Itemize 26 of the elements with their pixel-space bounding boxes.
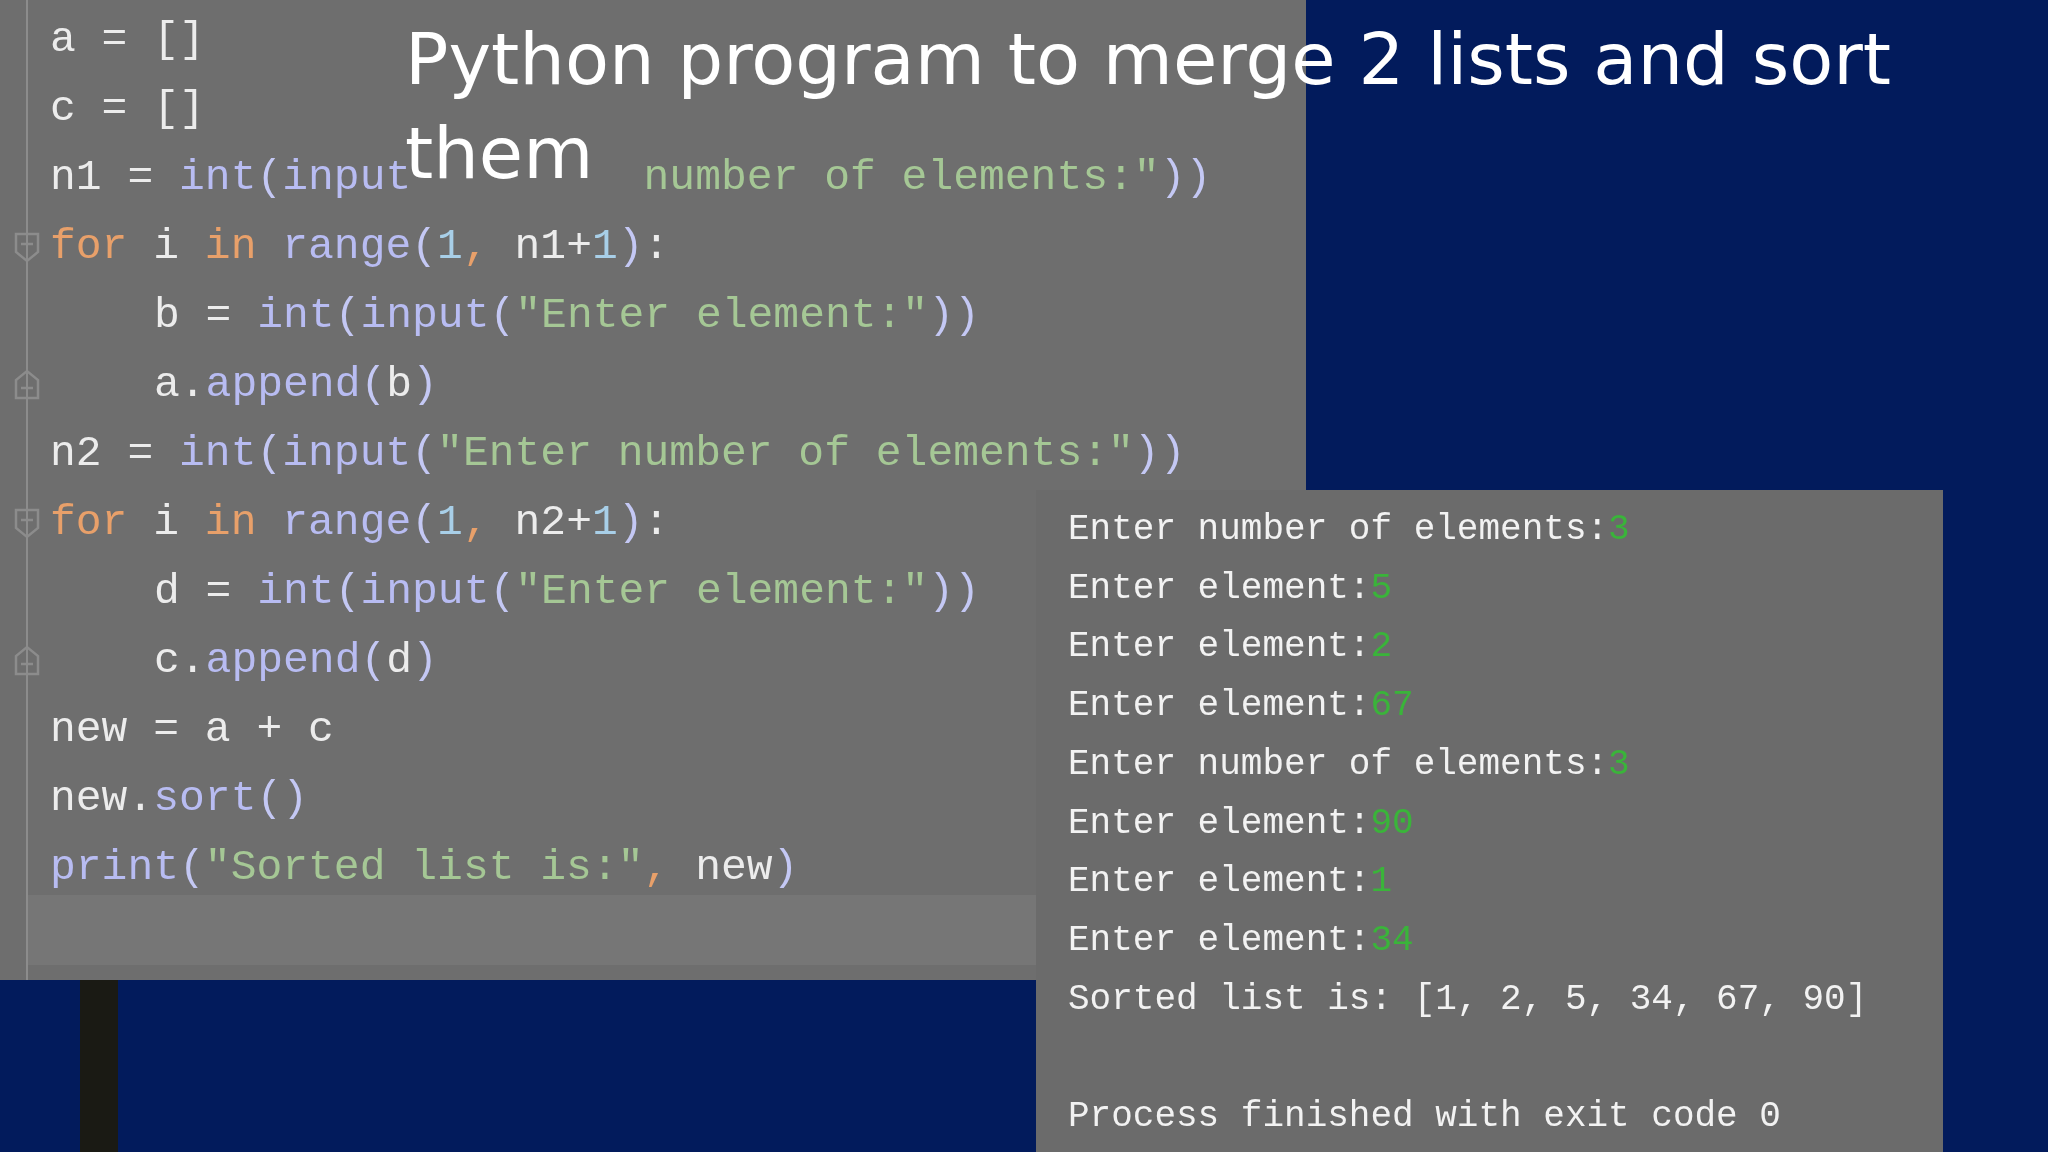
console-line: Enter element:34 bbox=[1068, 918, 1414, 963]
code-line: n1 = int(input bbox=[50, 153, 412, 202]
console-line: Enter element:90 bbox=[1068, 801, 1414, 846]
console-line: Enter number of elements:3 bbox=[1068, 508, 1630, 552]
console-line: Sorted list is: [1, 2, 5, 34, 67, 90] bbox=[1068, 977, 1868, 1022]
code-line: c = [] bbox=[50, 84, 205, 133]
console-line: Enter element:2 bbox=[1068, 625, 1393, 670]
code-line: c.append(d) bbox=[154, 636, 438, 685]
console-status: Process finished with exit code 0 bbox=[1068, 1095, 1781, 1139]
console-line: Enter number of elements:3 bbox=[1068, 742, 1630, 787]
fold-icon[interactable] bbox=[12, 367, 42, 402]
console-line: Enter element:5 bbox=[1068, 566, 1393, 611]
console-line: Enter element:1 bbox=[1068, 860, 1393, 905]
code-line: b = int(input("Enter element:")) bbox=[154, 291, 980, 340]
code-line: a.append(b) bbox=[154, 360, 438, 409]
fold-icon[interactable] bbox=[12, 643, 42, 678]
code-line: n2 = int(input("Enter number of elements:")) bbox=[50, 429, 1186, 478]
code-line: for i in range(1, n1+1): bbox=[50, 222, 670, 271]
code-line: a = [] bbox=[50, 15, 205, 64]
code-line: new.sort() bbox=[50, 774, 309, 823]
console-line: Enter element:67 bbox=[1068, 684, 1414, 729]
code-line: print("Sorted list is:", new) bbox=[50, 843, 799, 892]
code-line: number of elements:")) bbox=[643, 153, 1212, 202]
code-line: d = int(input("Enter element:")) bbox=[154, 567, 980, 616]
code-line: for i in range(1, n2+1): bbox=[50, 498, 670, 547]
code-line: new = a + c bbox=[50, 705, 334, 754]
